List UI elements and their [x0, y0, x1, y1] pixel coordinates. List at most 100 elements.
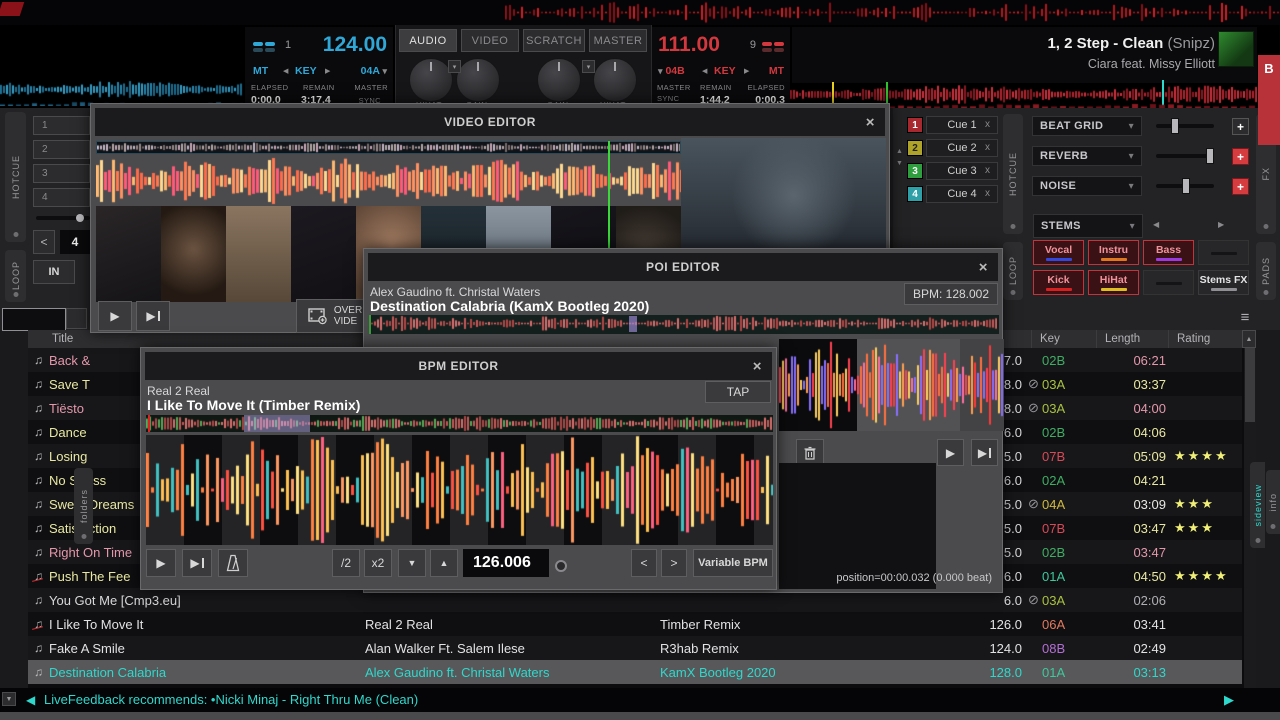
cue-color-1[interactable]: 1	[907, 117, 923, 133]
table-row[interactable]: ♫—I Like To Move ItReal 2 RealTimber Rem…	[28, 612, 1242, 636]
knob-right-dropdown[interactable]: ▾	[582, 60, 595, 73]
stem-pad-empty-1[interactable]	[1198, 240, 1249, 265]
table-row[interactable]: ♫Fake A SmileAlan Walker Ft. Salem Ilese…	[28, 636, 1242, 660]
key-next-icon[interactable]: ▶	[325, 67, 330, 75]
list-options-icon[interactable]: ≡	[1236, 307, 1254, 327]
stem-pad-empty-2[interactable]	[1143, 270, 1194, 295]
fx-add-1[interactable]: +	[1232, 118, 1249, 135]
bpm-play-button[interactable]: ▶	[146, 549, 176, 577]
cell-rating[interactable]: ★★★★	[1174, 564, 1229, 588]
close-icon[interactable]: ×	[866, 108, 875, 136]
cell-rating[interactable]: ★★★	[1174, 516, 1215, 540]
sideview-tab[interactable]: sideview	[1250, 462, 1265, 548]
column-header-key[interactable]: Key	[1031, 330, 1060, 348]
hotcue-tab-right[interactable]: HOTCUE	[1003, 114, 1023, 234]
column-header-length[interactable]: Length	[1096, 330, 1140, 348]
hotcue-slot-4[interactable]: 4	[33, 188, 90, 207]
poi-overview-waveform[interactable]	[371, 315, 997, 332]
deck-a-key[interactable]: 04A ▾	[361, 65, 387, 77]
deck-b-mt[interactable]: MT	[769, 65, 784, 77]
bpm-editor-titlebar[interactable]: BPM EDITOR ×	[145, 352, 772, 380]
variable-bpm-button[interactable]: Variable BPM	[693, 549, 773, 577]
stem-pad-stems-fx[interactable]: Stems FX	[1198, 270, 1249, 295]
stem-pad-kick[interactable]: Kick	[1033, 270, 1084, 295]
fx-dropdown-1[interactable]: BEAT GRID ▾	[1032, 116, 1142, 136]
bpm-overview-waveform[interactable]	[146, 415, 773, 432]
fx-slider-thumb-1[interactable]	[1171, 118, 1179, 134]
scrollbar-thumb[interactable]	[1245, 348, 1255, 422]
fx-slider-thumb-2[interactable]	[1206, 148, 1214, 164]
gain-knob-right[interactable]	[537, 58, 581, 102]
tab-video[interactable]: VIDEO	[461, 29, 519, 52]
poi-editor-titlebar[interactable]: POI EDITOR ×	[368, 253, 998, 281]
deck-a-mt[interactable]: MT	[253, 65, 268, 77]
bpm-overview-selection[interactable]	[244, 415, 310, 432]
fx-add-3[interactable]: +	[1232, 178, 1249, 195]
metronome-button[interactable]	[218, 549, 248, 577]
key-prev-icon[interactable]: ◀	[702, 67, 707, 75]
stems-dropdown[interactable]: STEMS ▾	[1033, 214, 1143, 238]
info-tab[interactable]: info	[1266, 470, 1280, 534]
poi-zoom-waveform[interactable]	[779, 341, 1004, 429]
hotcue-tab[interactable]: HOTCUE	[5, 112, 26, 242]
cue-color-4[interactable]: 4	[907, 186, 923, 202]
bpm-beatgrid-panel[interactable]	[146, 435, 773, 545]
fx-slider-thumb-3[interactable]	[1182, 178, 1190, 194]
deck-b-key[interactable]: ▾ 04B	[658, 65, 685, 77]
cue-delete-1[interactable]: x	[985, 119, 990, 130]
sync-label[interactable]: SYNC	[657, 94, 679, 103]
bpm-next-button[interactable]: >	[661, 549, 687, 577]
status-text[interactable]: LiveFeedback recommends: •Nicki Minaj - …	[44, 692, 418, 707]
cell-rating[interactable]: ★★★★	[1174, 444, 1229, 468]
loop-in-button[interactable]: IN	[33, 260, 75, 284]
video-overview-box[interactable]	[96, 141, 681, 154]
column-header-title[interactable]: Title	[52, 330, 73, 348]
search-input[interactable]	[2, 308, 66, 331]
poi-overview-box[interactable]	[369, 315, 999, 334]
folders-tab[interactable]: folders	[74, 468, 93, 544]
stems-next-icon[interactable]: ▶	[1218, 220, 1224, 229]
gain-knob-left[interactable]	[456, 58, 500, 102]
fx-dropdown-3[interactable]: NOISE ▾	[1032, 176, 1142, 196]
bpm-main-waveform[interactable]	[146, 435, 773, 545]
tap-button[interactable]: TAP	[705, 381, 771, 403]
cell-title[interactable]: I Like To Move It	[49, 612, 143, 636]
poi-bpm-button[interactable]: BPM: 128.002	[904, 283, 998, 305]
stem-pad-vocal[interactable]: Vocal	[1033, 240, 1084, 265]
bpm-down-button[interactable]: ▼	[398, 549, 426, 577]
key-next-icon[interactable]: ▶	[744, 67, 749, 75]
fx-slider-2[interactable]	[1156, 148, 1214, 164]
cell-title[interactable]: Losing	[49, 444, 87, 468]
cue-color-3[interactable]: 3	[907, 163, 923, 179]
bpm-prev-button[interactable]: <	[631, 549, 657, 577]
cell-title[interactable]: Back &	[49, 348, 90, 372]
pads-tab[interactable]: PADS	[1256, 242, 1276, 300]
column-header-rating[interactable]: Rating	[1168, 330, 1210, 348]
poi-zoom-panel[interactable]	[779, 339, 1004, 431]
tab-scratch[interactable]: SCRATCH	[523, 29, 585, 52]
stem-pad-instru[interactable]: Instru	[1088, 240, 1139, 265]
deck-b-side-tab[interactable]: B	[1258, 55, 1280, 145]
fx-dropdown-2[interactable]: REVERB ▾	[1032, 146, 1142, 166]
cell-title[interactable]: You Got Me [Cmp3.eu]	[49, 588, 181, 612]
video-thumbnail[interactable]	[96, 206, 161, 302]
cell-rating[interactable]: ★★★	[1174, 492, 1215, 516]
deck-b-overview-waveform[interactable]	[790, 85, 1257, 104]
loop-slider[interactable]	[36, 216, 90, 220]
cell-title[interactable]: Dance	[49, 420, 87, 444]
bpm-half-button[interactable]: /2	[332, 549, 360, 577]
tab-master[interactable]: MASTER	[589, 29, 647, 52]
key-prev-icon[interactable]: ◀	[283, 67, 288, 75]
video-main-waveform[interactable]	[96, 157, 681, 205]
close-icon[interactable]: ×	[979, 253, 988, 281]
stems-prev-icon[interactable]: ◀	[1153, 220, 1159, 229]
status-back-icon[interactable]: ◀	[26, 693, 35, 707]
cue-delete-4[interactable]: x	[985, 188, 990, 199]
bpm-value-display[interactable]: 126.006	[463, 549, 549, 577]
hotcue-slot-1[interactable]: 1	[33, 116, 90, 135]
fx-slider-1[interactable]	[1156, 118, 1214, 134]
search-options-button[interactable]	[66, 308, 87, 329]
fx-slider-3[interactable]	[1156, 178, 1214, 194]
poi-marker-purple[interactable]	[629, 316, 637, 332]
cell-title[interactable]: Push The Fee	[49, 564, 130, 588]
